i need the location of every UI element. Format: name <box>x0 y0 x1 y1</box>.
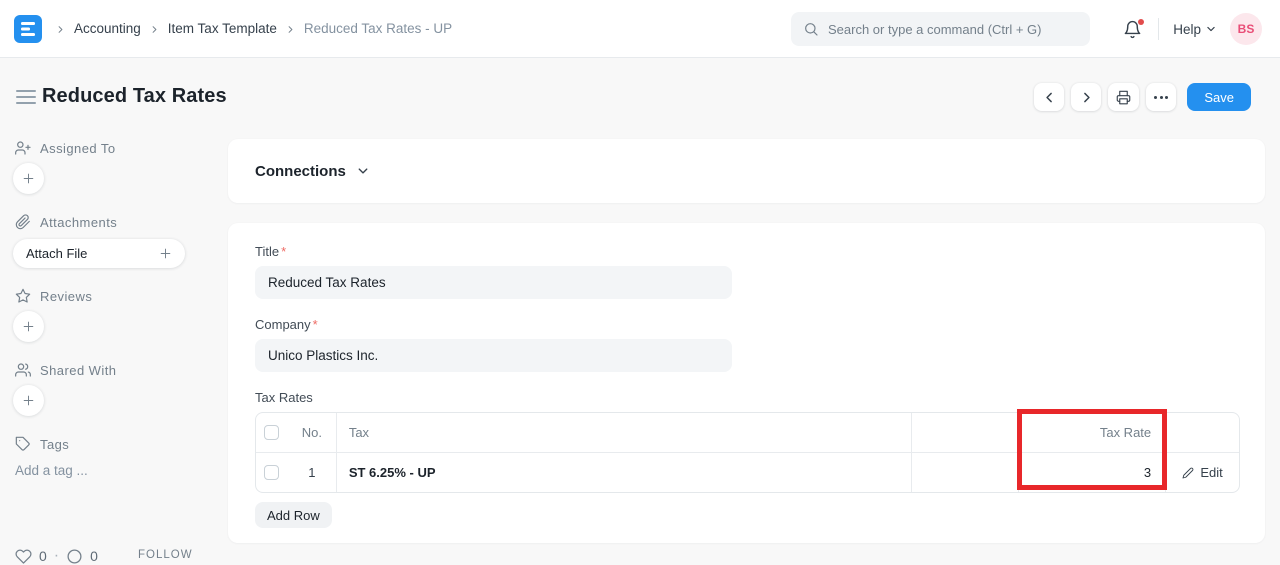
table-row: 1 ST 6.25% - UP 3 Edit <box>256 453 1239 492</box>
chevron-down-icon <box>1206 24 1216 34</box>
navbar-right: Help BS <box>1121 0 1262 58</box>
sidebar-section-reviews: Reviews <box>15 288 92 304</box>
reviews-label: Reviews <box>40 289 92 304</box>
comment-count: 0 <box>90 548 98 564</box>
table-header-row: No. Tax Tax Rate <box>256 413 1239 453</box>
help-label: Help <box>1173 22 1201 37</box>
row-checkbox[interactable] <box>264 465 279 480</box>
star-icon <box>15 288 31 304</box>
comment-icon[interactable] <box>66 548 83 565</box>
save-button[interactable]: Save <box>1187 83 1251 111</box>
column-header-edit <box>1165 413 1239 452</box>
column-header-tax: Tax <box>336 413 911 452</box>
ellipsis-icon <box>1154 96 1168 99</box>
menu-ellipsis-button[interactable] <box>1146 83 1176 111</box>
page-actions: Save <box>1034 83 1251 111</box>
breadcrumb: Accounting Item Tax Template Reduced Tax… <box>56 21 452 36</box>
notification-dot <box>1138 19 1144 25</box>
document-social-row: 0 · 0 <box>15 547 98 565</box>
dot-separator: · <box>54 547 59 565</box>
chevron-right-icon <box>1080 91 1093 104</box>
next-document-button[interactable] <box>1071 83 1101 111</box>
row-number-cell: 1 <box>288 453 336 492</box>
pencil-icon <box>1182 467 1194 479</box>
app-logo-icon[interactable] <box>14 15 42 43</box>
connections-section-toggle[interactable]: Connections <box>228 139 1265 203</box>
paperclip-icon <box>15 214 31 230</box>
plus-icon <box>159 247 172 260</box>
tags-label: Tags <box>40 437 69 452</box>
chevron-left-icon <box>1043 91 1056 104</box>
like-count: 0 <box>39 548 47 564</box>
page-title: Reduced Tax Rates <box>42 85 227 108</box>
add-assignment-button[interactable] <box>13 163 44 194</box>
title-field-label: Title* <box>255 244 1238 260</box>
sidebar-section-attachments: Attachments <box>15 214 117 230</box>
connections-title: Connections <box>255 163 346 180</box>
required-marker: * <box>313 317 318 332</box>
breadcrumb-current-doc: Reduced Tax Rates - UP <box>304 21 452 36</box>
chevron-right-icon <box>150 25 159 34</box>
sidebar-section-assigned-to: Assigned To <box>15 140 116 156</box>
follow-button[interactable]: FOLLOW <box>138 549 193 561</box>
attach-file-button[interactable]: Attach File <box>13 239 185 268</box>
chevron-right-icon <box>56 25 65 34</box>
column-header-tax-rate: Tax Rate <box>1018 413 1165 452</box>
sidebar-section-shared-with: Shared With <box>15 362 116 378</box>
tag-icon <box>15 436 31 452</box>
column-blank <box>911 413 1019 452</box>
help-dropdown[interactable]: Help <box>1173 22 1216 37</box>
tax-rates-table: No. Tax Tax Rate 1 ST 6.25% - UP 3 Edit <box>255 412 1240 493</box>
form-section: Title* Company* Tax Rates No. Tax Tax Ra… <box>228 223 1265 543</box>
required-marker: * <box>281 244 286 259</box>
user-plus-icon <box>15 140 31 156</box>
global-search-input[interactable]: Search or type a command (Ctrl + G) <box>791 12 1090 46</box>
tax-rate-cell[interactable]: 3 <box>1018 453 1165 492</box>
breadcrumb-accounting[interactable]: Accounting <box>74 21 141 36</box>
sidebar-toggle-icon[interactable] <box>16 90 36 104</box>
search-icon <box>803 21 819 37</box>
prev-document-button[interactable] <box>1034 83 1064 111</box>
users-icon <box>15 362 31 378</box>
company-field[interactable] <box>255 339 732 372</box>
navbar: Accounting Item Tax Template Reduced Tax… <box>0 0 1280 58</box>
avatar[interactable]: BS <box>1230 13 1262 45</box>
heart-icon[interactable] <box>15 548 32 565</box>
attach-file-label: Attach File <box>26 246 87 261</box>
breadcrumb-item-tax-template[interactable]: Item Tax Template <box>168 21 277 36</box>
select-all-checkbox[interactable] <box>264 425 279 440</box>
add-tag-input[interactable]: Add a tag ... <box>15 463 88 478</box>
plus-icon <box>22 320 35 333</box>
blank-cell <box>911 453 1019 492</box>
column-header-no: No. <box>288 413 336 452</box>
add-share-button[interactable] <box>13 385 44 416</box>
printer-icon <box>1116 90 1131 105</box>
plus-icon <box>22 172 35 185</box>
print-button[interactable] <box>1108 83 1139 111</box>
sidebar-section-tags: Tags <box>15 436 69 452</box>
plus-icon <box>22 394 35 407</box>
company-field-label: Company* <box>255 317 1238 333</box>
title-field[interactable] <box>255 266 732 299</box>
tax-cell[interactable]: ST 6.25% - UP <box>336 453 911 492</box>
attachments-label: Attachments <box>40 215 117 230</box>
erpnext-logo-icon <box>20 21 36 37</box>
shared-with-label: Shared With <box>40 363 116 378</box>
navbar-divider <box>1158 18 1159 40</box>
notifications-bell-icon[interactable] <box>1121 18 1144 41</box>
search-placeholder: Search or type a command (Ctrl + G) <box>828 22 1042 37</box>
tax-rates-table-label: Tax Rates <box>255 390 1238 406</box>
chevron-down-icon <box>357 165 369 177</box>
edit-label: Edit <box>1200 465 1222 480</box>
assigned-to-label: Assigned To <box>40 141 116 156</box>
edit-row-button[interactable]: Edit <box>1182 465 1222 480</box>
add-review-button[interactable] <box>13 311 44 342</box>
chevron-right-icon <box>286 25 295 34</box>
avatar-initials: BS <box>1238 22 1255 36</box>
add-row-button[interactable]: Add Row <box>255 502 332 528</box>
